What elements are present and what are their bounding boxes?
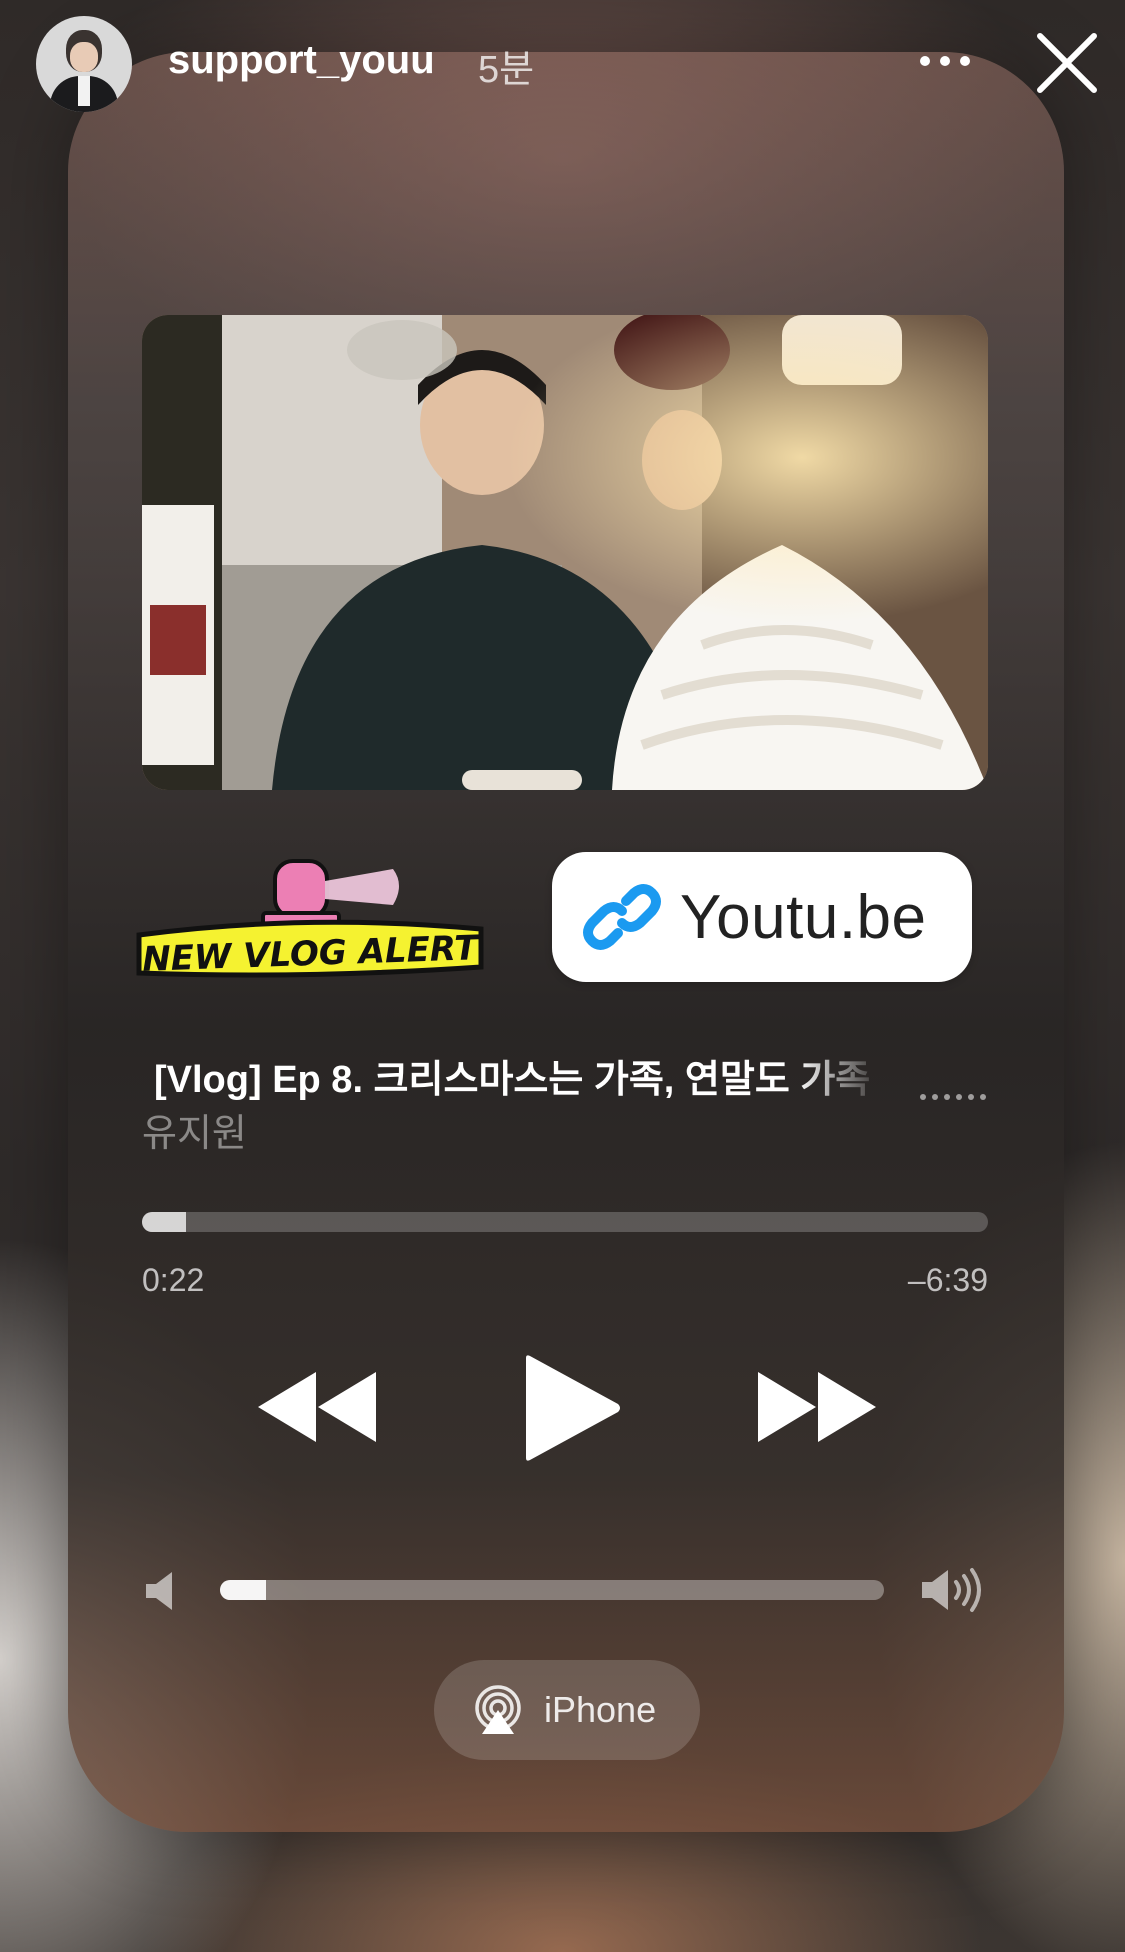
- rewind-icon[interactable]: [258, 1372, 378, 1442]
- post-time: 5분: [478, 49, 535, 91]
- new-vlog-alert-sticker: NEW VLOG ALERT: [136, 859, 484, 980]
- username[interactable]: support_youu: [168, 38, 435, 83]
- track-options-icon[interactable]: [920, 1094, 988, 1104]
- video-thumbnail[interactable]: [142, 315, 988, 790]
- track-title: [Vlog] Ep 8. 크리스마스는 가족, 연말도 가족: [154, 1059, 871, 1101]
- airplay-button[interactable]: iPhone: [434, 1660, 700, 1760]
- time-elapsed: 0:22: [142, 1262, 205, 1298]
- fast-forward-icon[interactable]: [756, 1372, 876, 1442]
- volume-slider[interactable]: [220, 1580, 884, 1600]
- time-remaining: –6:39: [907, 1262, 988, 1298]
- close-icon[interactable]: [1034, 30, 1100, 96]
- more-horizontal-icon[interactable]: [920, 48, 970, 72]
- link-icon: [583, 884, 661, 950]
- airplay-device-label: iPhone: [544, 1689, 657, 1730]
- volume-slider-fill: [220, 1580, 267, 1600]
- playback-progress-fill: [142, 1212, 186, 1232]
- track-artist: 유지원: [142, 1113, 247, 1155]
- volume-high-icon: [922, 1568, 981, 1612]
- playback-progress-bar[interactable]: [142, 1212, 988, 1232]
- link-label: Youtu.be: [680, 882, 927, 952]
- volume-low-icon: [146, 1572, 172, 1610]
- avatar[interactable]: [36, 16, 132, 112]
- play-icon[interactable]: [520, 1354, 622, 1462]
- airplay-icon: [475, 1685, 521, 1734]
- youtube-link-sticker[interactable]: Youtu.be: [552, 852, 972, 982]
